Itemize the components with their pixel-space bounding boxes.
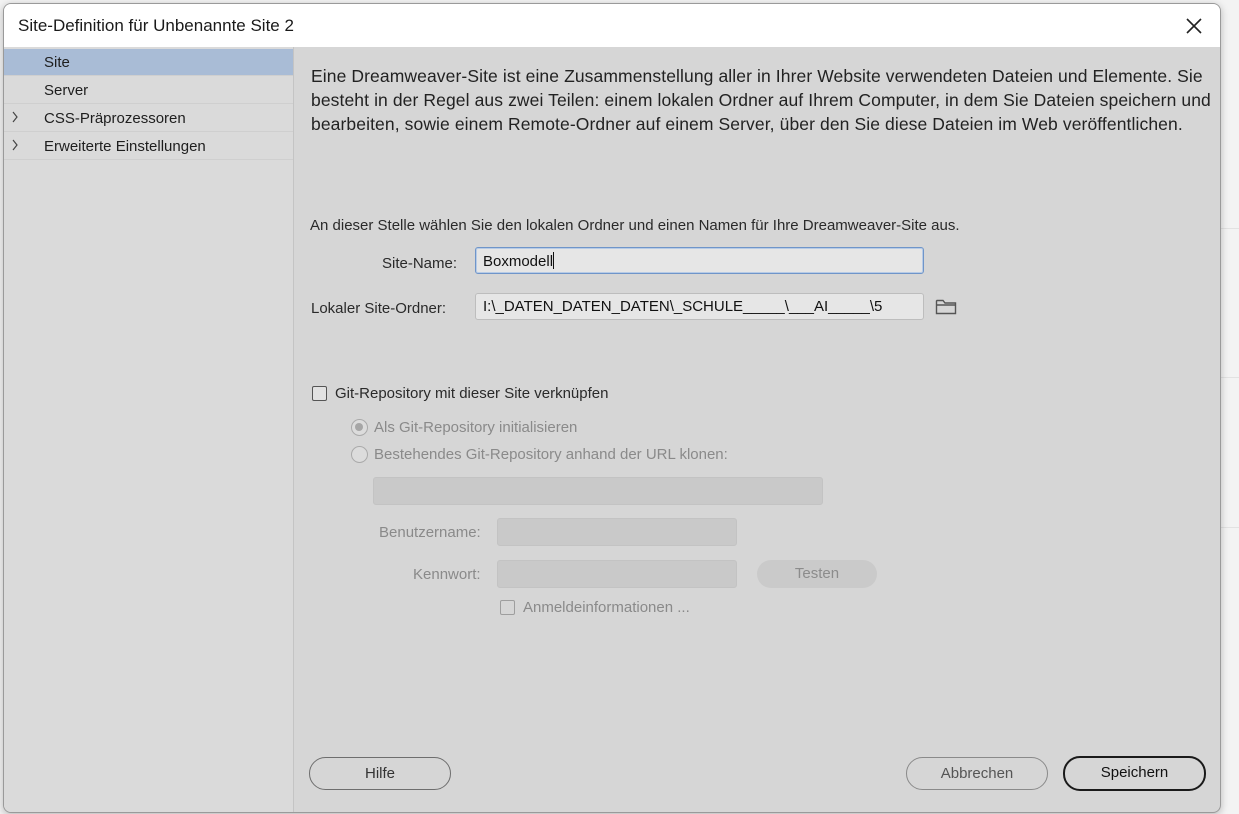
cancel-button[interactable]: Abbrechen bbox=[906, 757, 1048, 790]
site-definition-dialog: Site-Definition für Unbenannte Site 2 Si… bbox=[3, 3, 1221, 813]
local-folder-input[interactable]: I:\_DATEN_DATEN_DATEN\_SCHULE_____\___AI… bbox=[475, 293, 924, 320]
background-line bbox=[1219, 228, 1239, 229]
git-init-label: Als Git-Repository initialisieren bbox=[374, 419, 578, 436]
test-button[interactable]: Testen bbox=[757, 560, 877, 588]
save-button[interactable]: Speichern bbox=[1063, 756, 1206, 791]
instruction-text: An dieser Stelle wählen Sie den lokalen … bbox=[310, 217, 960, 234]
local-folder-label: Lokaler Site-Ordner: bbox=[311, 300, 447, 317]
git-clone-radio[interactable] bbox=[351, 446, 368, 463]
folder-icon bbox=[935, 299, 957, 315]
credentials-checkbox[interactable] bbox=[500, 600, 515, 615]
content-panel: Eine Dreamweaver-Site ist eine Zusammens… bbox=[294, 47, 1220, 812]
git-url-input[interactable] bbox=[373, 477, 823, 505]
close-icon bbox=[1186, 18, 1202, 34]
git-checkbox-label: Git-Repository mit dieser Site verknüpfe… bbox=[335, 385, 609, 402]
intro-text: Eine Dreamweaver-Site ist eine Zusammens… bbox=[311, 66, 1211, 134]
close-button[interactable] bbox=[1174, 8, 1214, 44]
window-title: Site-Definition für Unbenannte Site 2 bbox=[18, 16, 294, 35]
chevron-right-icon[interactable] bbox=[11, 111, 19, 123]
credentials-label: Anmeldeinformationen ... bbox=[523, 599, 690, 616]
background-line bbox=[1219, 527, 1239, 528]
site-name-value: Boxmodell bbox=[483, 253, 554, 270]
sidebar-item-advanced-settings[interactable]: Erweiterte Einstellungen bbox=[4, 133, 293, 160]
git-init-radio[interactable] bbox=[351, 419, 368, 436]
sidebar-item-label: Erweiterte Einstellungen bbox=[44, 138, 206, 155]
sidebar-item-label: Server bbox=[44, 82, 89, 99]
background-line bbox=[1219, 377, 1239, 378]
site-name-label: Site-Name: bbox=[382, 255, 458, 272]
text-caret bbox=[553, 252, 555, 269]
username-input[interactable] bbox=[497, 518, 737, 546]
title-bar: Site-Definition für Unbenannte Site 2 bbox=[4, 4, 1220, 47]
category-sidebar: Site Server CSS-Präprozessoren Erweitert… bbox=[4, 47, 294, 812]
sidebar-item-server[interactable]: Server bbox=[4, 77, 293, 104]
browse-folder-button[interactable] bbox=[935, 298, 957, 321]
sidebar-item-css-preprocessors[interactable]: CSS-Präprozessoren bbox=[4, 105, 293, 132]
sidebar-item-site[interactable]: Site bbox=[4, 49, 293, 76]
site-name-input[interactable]: Boxmodell bbox=[475, 247, 924, 274]
password-input[interactable] bbox=[497, 560, 737, 588]
chevron-right-icon[interactable] bbox=[11, 139, 19, 151]
password-label: Kennwort: bbox=[413, 566, 481, 583]
git-clone-label: Bestehendes Git-Repository anhand der UR… bbox=[374, 446, 728, 463]
sidebar-item-label: Site bbox=[44, 54, 70, 71]
git-checkbox[interactable] bbox=[312, 386, 327, 401]
username-label: Benutzername: bbox=[379, 524, 481, 541]
local-folder-value: I:\_DATEN_DATEN_DATEN\_SCHULE_____\___AI… bbox=[483, 298, 883, 315]
help-button[interactable]: Hilfe bbox=[309, 757, 451, 790]
sidebar-item-label: CSS-Präprozessoren bbox=[44, 110, 186, 127]
